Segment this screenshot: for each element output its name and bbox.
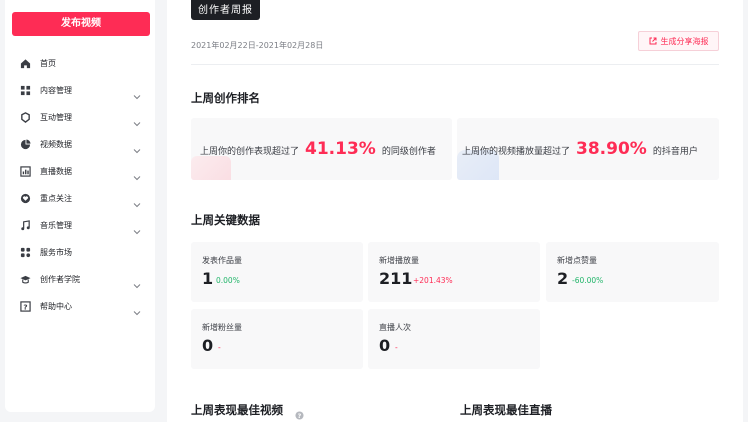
metric-label: 新增点赞量 (557, 256, 597, 265)
ranking-suffix: 的抖音用户 (652, 147, 698, 157)
metric-label: 发表作品量 (202, 256, 242, 265)
question-circle-icon[interactable]: ? (295, 405, 304, 420)
music-icon (20, 220, 31, 231)
card-decoration (191, 156, 231, 180)
metric-label: 新增粉丝量 (202, 323, 242, 332)
pie-chart-icon (20, 139, 31, 150)
metric-card-live-viewers: 直播人次 0 - (368, 309, 540, 369)
chevron-down-icon[interactable] (133, 140, 141, 154)
metric-card-plays: 新增播放量 211 +201.43% (368, 242, 540, 302)
sidebar-item-content[interactable]: 内容管理 (5, 77, 155, 104)
metric-delta: 0.00% (216, 276, 240, 285)
graduation-icon (20, 274, 31, 285)
sidebar-item-label: 重点关注 (40, 194, 72, 203)
sidebar-item-label: 首页 (40, 59, 56, 68)
sidebar-item-label: 视频数据 (40, 140, 72, 149)
sidebar-item-help[interactable]: ? 帮助中心 (5, 293, 155, 320)
chevron-down-icon[interactable] (133, 113, 141, 127)
metric-card-followers: 新增粉丝量 0 - (191, 309, 363, 369)
sidebar-item-label: 创作者学院 (40, 275, 80, 284)
sidebar-item-label: 互动管理 (40, 113, 72, 122)
chevron-down-icon[interactable] (133, 194, 141, 208)
sidebar-item-home[interactable]: 首页 (5, 50, 155, 77)
sidebar-item-label: 直播数据 (40, 167, 72, 176)
sidebar: 发布视频 首页 内容管理 互动管理 视频数据 直播数据 重点关注 音乐管理 服务… (5, 0, 155, 412)
share-button-label: 生成分享海报 (660, 36, 709, 46)
svg-text:?: ? (298, 413, 302, 420)
sidebar-item-label: 音乐管理 (40, 221, 72, 230)
chevron-down-icon[interactable] (133, 302, 141, 316)
metric-label: 新增播放量 (379, 256, 419, 265)
metric-value: 2 (557, 269, 569, 288)
metric-card-likes: 新增点赞量 2 -60.00% (546, 242, 719, 302)
content-icon (20, 85, 31, 96)
home-icon (20, 58, 31, 69)
chevron-down-icon[interactable] (133, 275, 141, 289)
ranking-value: 38.90% (576, 139, 647, 159)
date-range: 2021年02月22日-2021年02月28日 (191, 41, 324, 50)
weekly-report-badge: 创作者周报 (191, 0, 260, 20)
external-link-icon (649, 37, 656, 45)
svg-text:?: ? (23, 302, 27, 311)
metric-delta: - (218, 343, 221, 352)
sidebar-item-video-data[interactable]: 视频数据 (5, 131, 155, 158)
sidebar-item-academy[interactable]: 创作者学院 (5, 266, 155, 293)
publish-video-button[interactable]: 发布视频 (12, 12, 150, 36)
ranking-card-creation: 上周你的创作表现超过了 41.13% 的同级创作者 (191, 118, 452, 180)
sidebar-item-service-market[interactable]: 服务市场 (5, 239, 155, 266)
metric-label: 直播人次 (379, 323, 411, 332)
grid-icon (20, 247, 31, 258)
ranking-value: 41.13% (305, 139, 376, 159)
ranking-card-plays: 上周你的视频播放量超过了 38.90% 的抖音用户 (457, 118, 719, 180)
chevron-down-icon[interactable] (133, 221, 141, 235)
sidebar-nav: 首页 内容管理 互动管理 视频数据 直播数据 重点关注 音乐管理 服务市场 创作… (5, 50, 155, 320)
chevron-down-icon[interactable] (133, 167, 141, 181)
metric-delta: +201.43% (413, 276, 453, 285)
bar-chart-icon (20, 166, 31, 177)
sidebar-item-label: 内容管理 (40, 86, 72, 95)
sidebar-item-label: 帮助中心 (40, 302, 72, 311)
metric-card-posts: 发表作品量 1 0.00% (191, 242, 363, 302)
metric-value: 1 (202, 269, 214, 288)
best-video-section-title: 上周表现最佳视频 (191, 403, 283, 417)
ranking-prefix: 上周你的创作表现超过了 (200, 147, 300, 157)
metric-delta: - (395, 343, 398, 352)
sidebar-item-label: 服务市场 (40, 248, 72, 257)
sidebar-item-music[interactable]: 音乐管理 (5, 212, 155, 239)
key-data-section-title: 上周关键数据 (191, 213, 260, 227)
chevron-down-icon[interactable] (133, 86, 141, 100)
sidebar-item-focus[interactable]: 重点关注 (5, 185, 155, 212)
generate-share-poster-button[interactable]: 生成分享海报 (638, 31, 719, 51)
interact-icon (20, 112, 31, 123)
metric-value: 211 (379, 269, 413, 288)
ranking-suffix: 的同级创作者 (381, 147, 436, 157)
ranking-prefix: 上周你的视频播放量超过了 (462, 147, 571, 157)
metric-delta: -60.00% (572, 276, 604, 285)
divider (191, 64, 719, 65)
ranking-section-title: 上周创作排名 (191, 91, 260, 105)
metric-value: 0 (379, 336, 391, 355)
sidebar-item-interaction[interactable]: 互动管理 (5, 104, 155, 131)
weekly-report-panel: 创作者周报 2021年02月22日-2021年02月28日 生成分享海报 上周创… (167, 0, 743, 422)
sidebar-item-live-data[interactable]: 直播数据 (5, 158, 155, 185)
metric-value: 0 (202, 336, 214, 355)
heart-icon (20, 193, 31, 204)
help-icon: ? (20, 301, 31, 312)
best-live-section-title: 上周表现最佳直播 (460, 403, 552, 417)
